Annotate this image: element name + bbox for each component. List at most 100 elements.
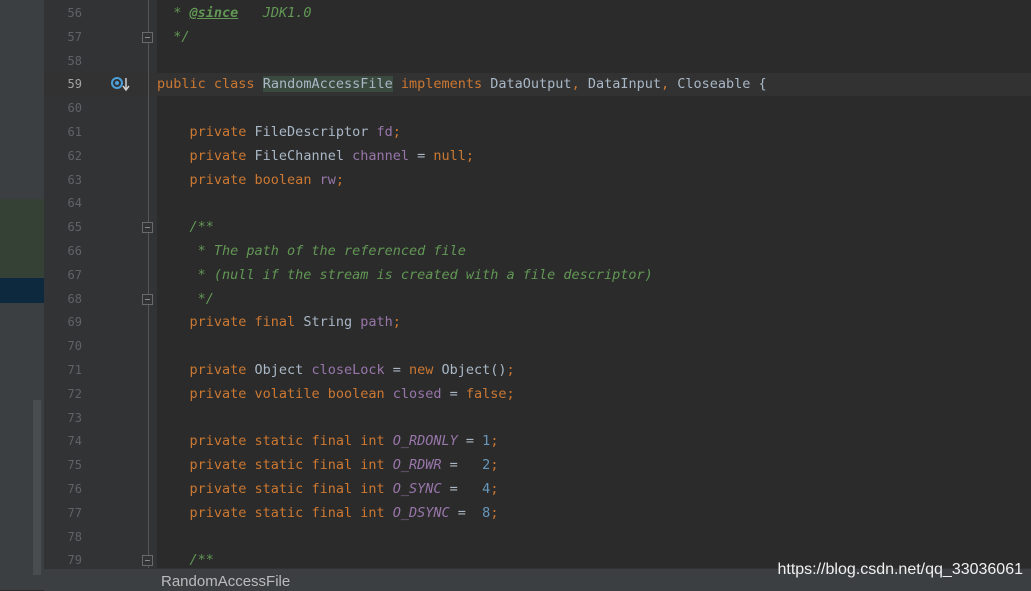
breadcrumb-class-name[interactable]: RandomAccessFile (161, 573, 290, 591)
fold-marker-icon[interactable] (142, 555, 153, 567)
code-line[interactable]: private volatile boolean closed = false; (157, 383, 515, 406)
code-line[interactable]: private static final int O_RDWR = 2; (157, 454, 499, 477)
code-token: Object() (441, 362, 507, 378)
code-token: private (189, 481, 255, 497)
code-token: DataInput (587, 76, 661, 93)
line-number: 72 (67, 386, 82, 401)
code-token: private (189, 457, 255, 474)
code-line[interactable]: private static final int O_DSYNC = 8; (157, 502, 499, 525)
code-token: JDK1.0 (238, 5, 312, 21)
line-number: 63 (67, 172, 82, 187)
fold-marker-icon[interactable] (142, 31, 153, 43)
code-line[interactable]: * @since JDK1.0 (157, 2, 311, 25)
code-token: ; (465, 147, 475, 164)
code-line[interactable]: /** (157, 216, 214, 239)
code-token: RandomAccessFile (262, 76, 393, 93)
code-token: ; (335, 171, 344, 188)
code-token: String (303, 314, 361, 331)
tool-window-strip (0, 0, 44, 590)
implemented-override-icon[interactable] (110, 76, 132, 92)
code-token: int (360, 504, 393, 521)
line-number: 69 (67, 315, 82, 330)
fold-marker-icon[interactable] (142, 222, 153, 234)
fold-guide-line (148, 0, 149, 568)
code-token: FileDescriptor (254, 124, 377, 140)
code-token: Object (254, 362, 312, 378)
code-line[interactable]: */ (157, 288, 214, 311)
code-line[interactable]: private boolean rw; (157, 169, 344, 192)
code-line[interactable]: private static final int O_SYNC = 4; (157, 478, 499, 501)
code-token: = (384, 362, 409, 378)
code-token: static (254, 457, 312, 474)
code-token: /** (189, 219, 214, 236)
line-number: 66 (67, 244, 82, 258)
code-line[interactable]: private Object closeLock = new Object(); (157, 359, 515, 382)
code-line[interactable]: private static final int O_RDONLY = 1; (157, 430, 499, 453)
code-token: final (311, 481, 361, 497)
code-token: null (433, 147, 466, 164)
code-token: FileChannel (254, 147, 353, 164)
line-number: 74 (67, 434, 82, 449)
code-token: int (360, 481, 393, 497)
line-number: 61 (67, 125, 82, 139)
line-number: 76 (67, 482, 82, 496)
code-token: int (360, 457, 393, 474)
code-token: implements (400, 76, 491, 93)
code-token: DataOutput (490, 76, 572, 93)
code-token: fd (376, 124, 393, 140)
selected-region-marker (0, 278, 44, 303)
code-token: closed (392, 385, 442, 402)
code-token: ; (506, 362, 515, 378)
line-number: 75 (67, 458, 82, 473)
code-token: /** (189, 552, 214, 569)
scrollbar-thumb[interactable] (33, 400, 41, 575)
code-token: private (189, 433, 255, 450)
line-number: 60 (67, 101, 82, 116)
code-token: */ (173, 28, 190, 45)
code-line[interactable]: private FileDescriptor fd; (157, 121, 401, 144)
line-number: 71 (67, 363, 82, 377)
fold-marker-icon[interactable] (142, 293, 153, 305)
code-token: static (254, 433, 312, 450)
code-line[interactable]: private FileChannel channel = null; (157, 145, 475, 168)
line-number: 56 (67, 6, 82, 20)
code-token: = (449, 504, 483, 521)
code-token: rw (319, 171, 336, 188)
code-token: private (189, 147, 255, 164)
code-token: , (571, 76, 588, 93)
code-token: ; (506, 385, 515, 402)
code-token: ; (490, 504, 499, 521)
code-token: channel (352, 147, 409, 164)
code-line[interactable]: * The path of the referenced file (157, 240, 466, 263)
code-line[interactable]: * (null if the stream is created with a … (157, 264, 653, 287)
code-token: private (189, 504, 255, 521)
line-number: 62 (67, 148, 82, 163)
code-token: int (360, 433, 393, 450)
code-line[interactable]: public class RandomAccessFile implements… (157, 73, 767, 96)
code-token: public (157, 76, 214, 93)
code-token: false (465, 385, 507, 402)
code-token: , (660, 76, 678, 93)
line-number: 64 (67, 196, 82, 211)
code-token: final (311, 433, 361, 450)
code-token: ; (392, 314, 401, 331)
code-line[interactable]: private final String path; (157, 311, 401, 334)
code-token: O_SYNC (392, 481, 442, 497)
code-token: * (173, 5, 190, 21)
code-token: * (null if the stream is created with a … (197, 266, 653, 283)
line-number: 67 (67, 267, 82, 282)
code-line[interactable]: */ (157, 26, 190, 49)
line-number: 57 (67, 29, 82, 44)
code-token: closeLock (311, 362, 385, 378)
